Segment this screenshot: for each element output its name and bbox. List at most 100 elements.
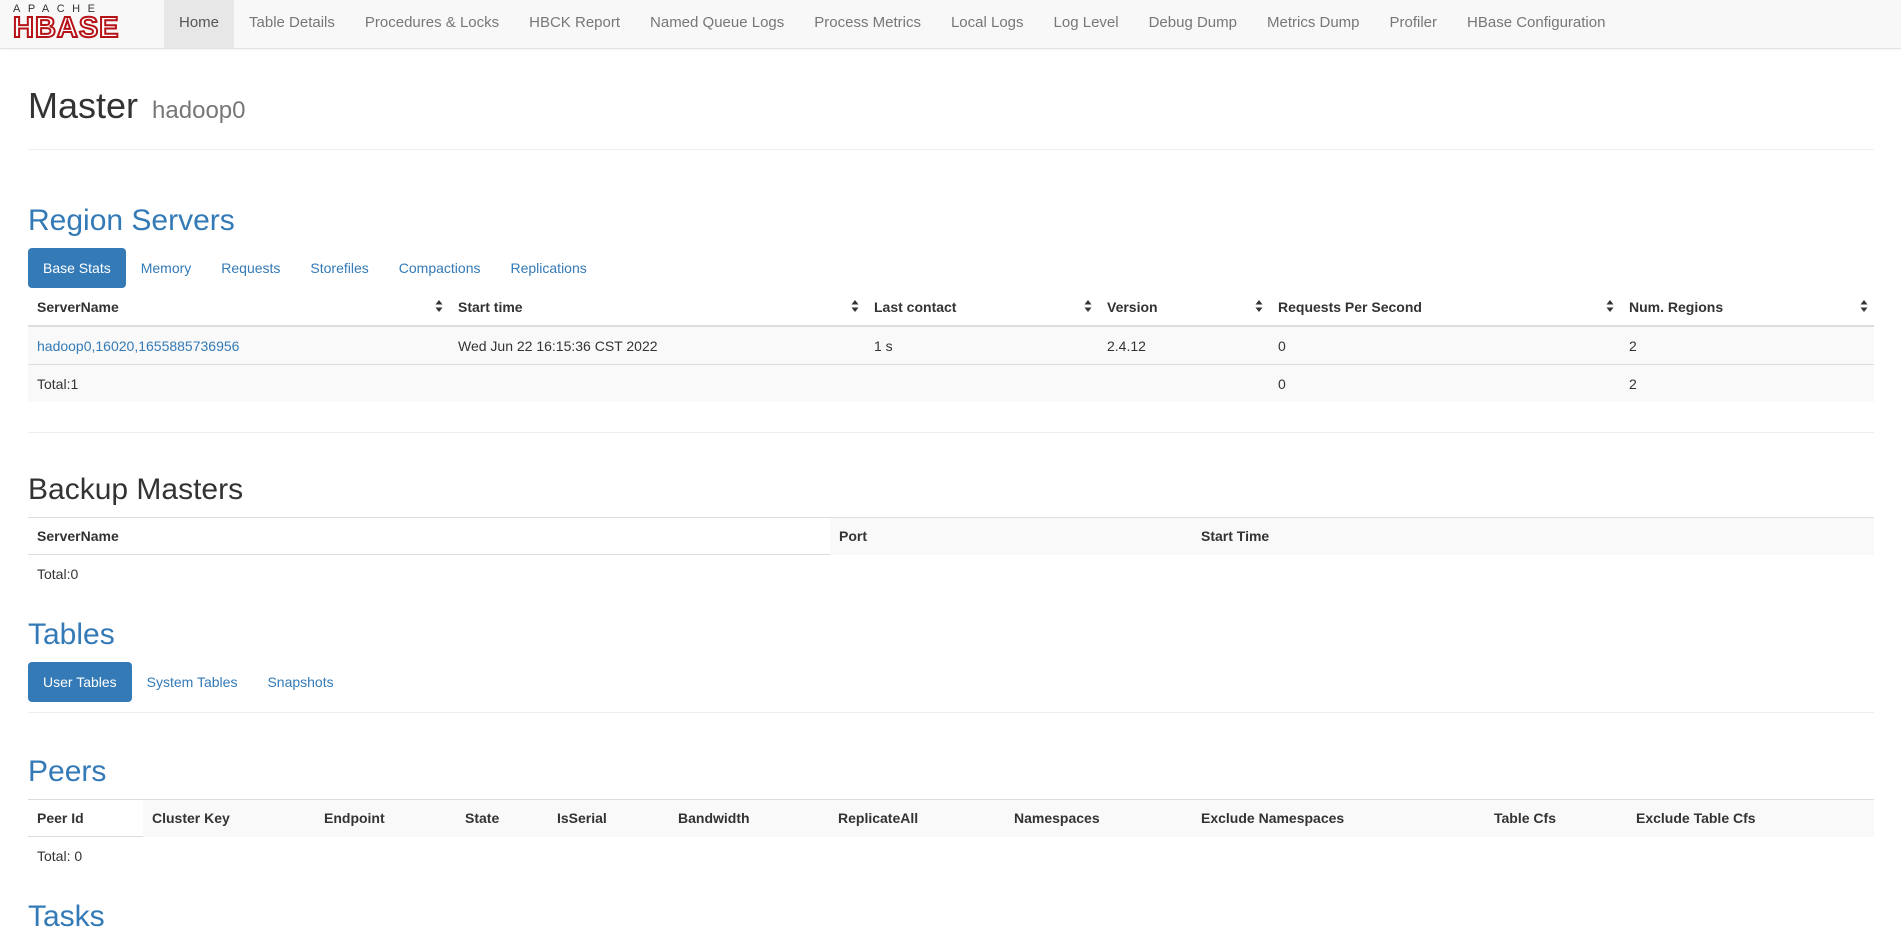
logo-hbase-text: HBASE [12,12,120,44]
cell-last-contact: 1 s [865,326,1098,365]
col-version-label: Version [1107,298,1158,315]
total-row: Total: 0 [28,837,1874,875]
table-header-row: ServerName Port Start Time [28,517,1874,555]
total-label: Total: 0 [37,847,83,864]
region-server-link[interactable]: hadoop0,16020,1655885736956 [37,338,239,354]
page-header: Master hadoop0 [28,86,1874,150]
peers-title[interactable]: Peers [28,755,1874,789]
col-num-regions[interactable]: Num. Regions [1620,288,1874,327]
tab-compactions[interactable]: Compactions [384,248,496,288]
col-peer-id: Peer Id [28,799,143,837]
col-state: State [456,799,548,837]
main-nav: Home Table Details Procedures & Locks HB… [164,0,1620,48]
backup-masters-title: Backup Masters [28,473,244,506]
main-content: Master hadoop0 Region Servers Base Stats… [28,48,1874,934]
total-empty [449,364,865,402]
total-requests: 0 [1269,364,1620,402]
total-label: Total:0 [37,565,79,582]
hbase-logo[interactable]: APACHE HBASE [12,4,151,44]
tab-base-stats[interactable]: Base Stats [28,248,126,288]
col-num-regions-label: Num. Regions [1629,298,1724,315]
nav-procedures-locks[interactable]: Procedures & Locks [350,0,514,48]
col-port: Port [830,517,1192,555]
nav-process-metrics[interactable]: Process Metrics [799,0,936,48]
region-servers-tabs: Base Stats Memory Requests Storefiles Co… [28,248,1874,288]
sort-icon [851,300,859,312]
cell-version: 2.4.12 [1098,326,1269,365]
col-start-time[interactable]: Start time [449,288,865,327]
col-last-contact-label: Last contact [874,298,957,315]
sort-icon [1606,300,1614,312]
peers-section: Peers Peer Id Cluster Key Endpoint State… [28,755,1874,874]
region-servers-section: Region Servers Base Stats Memory Request… [28,204,1874,402]
total-row: Total:0 [28,555,1874,593]
tab-storefiles[interactable]: Storefiles [295,248,383,288]
col-requests-per-second-label: Requests Per Second [1278,298,1422,315]
region-servers-table: ServerName Start time Last contact Versi… [28,288,1874,402]
tab-snapshots[interactable]: Snapshots [252,662,348,702]
top-navbar: APACHE HBASE Home Table Details Procedur… [0,0,1901,49]
tables-tabs: User Tables System Tables Snapshots [28,662,1874,702]
cell-requests-per-second: 0 [1269,326,1620,365]
nav-metrics-dump[interactable]: Metrics Dump [1252,0,1375,48]
col-servername-label: ServerName [37,298,119,315]
col-table-cfs: Table Cfs [1485,799,1627,837]
col-start-time: Start Time [1192,517,1874,555]
total-empty [1098,364,1269,402]
tables-title[interactable]: Tables [28,618,1874,652]
tab-user-tables[interactable]: User Tables [28,662,132,702]
col-replicateall: ReplicateAll [829,799,1005,837]
col-endpoint: Endpoint [315,799,456,837]
page-title-text: Master [28,85,139,126]
tables-section: Tables User Tables System Tables Snapsho… [28,618,1874,702]
table-header-row: Peer Id Cluster Key Endpoint State IsSer… [28,799,1874,837]
section-divider [28,712,1874,713]
cell-num-regions: 2 [1620,326,1874,365]
col-servername[interactable]: ServerName [28,288,449,327]
backup-masters-section: Backup Masters ServerName Port Start Tim… [28,473,1874,592]
col-version[interactable]: Version [1098,288,1269,327]
nav-log-level[interactable]: Log Level [1039,0,1134,48]
tab-system-tables[interactable]: System Tables [132,662,253,702]
nav-hbck-report[interactable]: HBCK Report [514,0,635,48]
nav-local-logs[interactable]: Local Logs [936,0,1039,48]
region-servers-title[interactable]: Region Servers [28,204,1874,238]
tab-requests[interactable]: Requests [206,248,295,288]
nav-profiler[interactable]: Profiler [1375,0,1453,48]
col-isserial: IsSerial [548,799,669,837]
col-last-contact[interactable]: Last contact [865,288,1098,327]
cell-servername[interactable]: hadoop0,16020,1655885736956 [28,326,449,365]
table-row: hadoop0,16020,1655885736956 Wed Jun 22 1… [28,326,1874,365]
nav-table-details[interactable]: Table Details [234,0,350,48]
master-hostname: hadoop0 [152,97,246,124]
col-exclude-namespaces: Exclude Namespaces [1192,799,1485,837]
nav-named-queue-logs[interactable]: Named Queue Logs [635,0,799,48]
col-start-time-label: Start time [458,298,523,315]
total-row: Total:1 0 2 [28,364,1874,402]
nav-home[interactable]: Home [164,0,235,48]
total-empty [865,364,1098,402]
sort-icon [435,300,443,312]
nav-hbase-configuration[interactable]: HBase Configuration [1452,0,1620,48]
tab-memory[interactable]: Memory [126,248,207,288]
total-regions: 2 [1620,364,1874,402]
sort-icon [1255,300,1263,312]
peers-table: Peer Id Cluster Key Endpoint State IsSer… [28,799,1874,874]
sort-icon [1084,300,1092,312]
tasks-title[interactable]: Tasks [28,900,1874,934]
tab-replications[interactable]: Replications [495,248,601,288]
cell-start-time: Wed Jun 22 16:15:36 CST 2022 [449,326,865,365]
nav-debug-dump[interactable]: Debug Dump [1134,0,1252,48]
col-cluster-key: Cluster Key [143,799,315,837]
page-title: Master hadoop0 [28,86,1874,131]
total-label: Total:1 [28,364,449,402]
col-exclude-table-cfs: Exclude Table Cfs [1627,799,1874,837]
col-namespaces: Namespaces [1005,799,1192,837]
section-divider [28,432,1874,433]
backup-masters-table: ServerName Port Start Time Total:0 [28,517,1874,592]
col-requests-per-second[interactable]: Requests Per Second [1269,288,1620,327]
sort-icon [1860,300,1868,312]
table-header-row: ServerName Start time Last contact Versi… [28,288,1874,327]
col-servername: ServerName [28,517,830,555]
col-bandwidth: Bandwidth [669,799,829,837]
